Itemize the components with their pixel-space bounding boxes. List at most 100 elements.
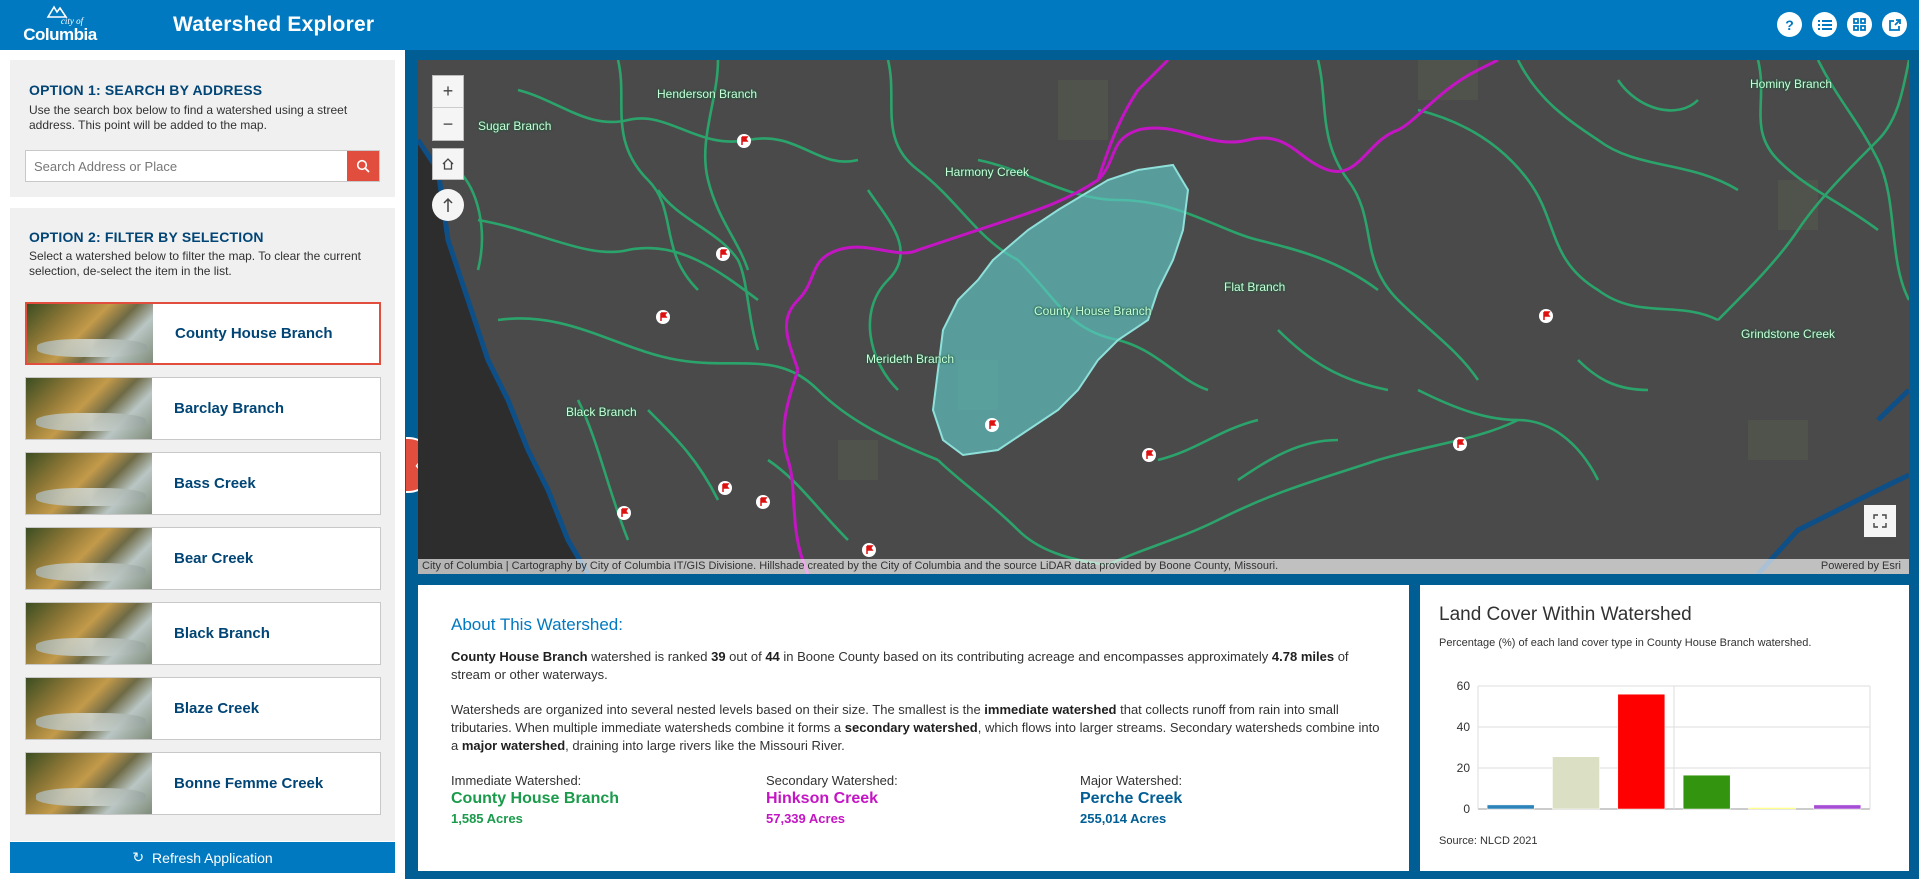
watershed-list: County House Branch Barclay Branch Bass … [25,302,381,827]
watershed-total: 44 [765,649,780,664]
share-icon[interactable] [1882,12,1907,37]
zoom-in-button[interactable]: + [433,76,463,108]
major-label: Major Watershed: [1080,773,1183,788]
secondary-watershed-info: Secondary Watershed: Hinkson Creek 57,33… [766,773,1066,826]
map-label-merideth-branch: Merideth Branch [866,352,955,366]
map-label-black-branch: Black Branch [566,405,637,419]
left-panel: OPTION 1: SEARCH BY ADDRESS Use the sear… [0,50,405,879]
about-title: About This Watershed: [451,615,623,634]
watershed-thumbnail [26,753,152,814]
term-immediate: immediate watershed [984,702,1117,717]
major-name: Perche Creek [1080,790,1183,807]
map-label-henderson-branch: Henderson Branch [657,87,758,101]
logo-mark-icon [46,5,68,18]
watershed-thumbnail [26,678,152,739]
powered-by-esri[interactable]: Powered by Esri [1821,559,1901,574]
watershed-item-label: Bear Creek [174,550,254,567]
watershed-item-bonne-femme-creek[interactable]: Bonne Femme Creek [25,752,381,815]
watershed-item-black-branch[interactable]: Black Branch [25,602,381,665]
watershed-rank: 39 [711,649,726,664]
search-button[interactable] [347,151,379,181]
watershed-thumbnail [26,378,152,439]
logo-name-text: Columbia [23,24,97,44]
watershed-item-barclay-branch[interactable]: Barclay Branch [25,377,381,440]
search-input[interactable] [26,151,347,181]
text: , draining into large rivers like the Mi… [565,738,845,753]
app-title: Watershed Explorer [173,13,375,36]
text: watershed is ranked [587,649,712,664]
text: out of [725,649,766,664]
watershed-item-label: Bonne Femme Creek [174,775,324,792]
map-label-flat-branch: Flat Branch [1224,280,1286,294]
search-icon [356,159,370,173]
stream-miles: 4.78 miles [1271,649,1335,664]
option2-title: OPTION 2: FILTER BY SELECTION [29,229,264,245]
immediate-acres: 1,585 Acres [451,811,523,826]
watershed-item-label: Black Branch [174,625,270,642]
watershed-item-label: County House Branch [175,325,333,342]
refresh-application-button[interactable]: ↻ Refresh Application [10,842,395,873]
watershed-thumbnail [26,528,152,589]
grid-icon[interactable] [1847,12,1872,37]
home-button[interactable] [432,148,464,180]
search-section: OPTION 1: SEARCH BY ADDRESS Use the sear… [10,60,395,197]
major-watershed-info: Major Watershed: Perche Creek 255,014 Ac… [1080,773,1380,826]
map-label-county-house-branch: County House Branch [1034,304,1152,318]
zoom-control: + − [432,75,464,141]
watershed-thumbnail [26,603,152,664]
filter-section: OPTION 2: FILTER BY SELECTION Select a w… [10,208,395,841]
watershed-item-label: Bass Creek [174,475,256,492]
watershed-item-bear-creek[interactable]: Bear Creek [25,527,381,590]
watershed-item-bass-creek[interactable]: Bass Creek [25,452,381,515]
major-acres: 255,014 Acres [1080,811,1167,826]
chart-bar-0[interactable] [1486,804,1535,810]
about-panel: About This Watershed: County House Branc… [418,585,1409,871]
help-icon[interactable]: ? [1777,12,1802,37]
chart-bar-1[interactable] [1552,756,1600,810]
secondary-name: Hinkson Creek [766,790,879,807]
option2-description: Select a watershed below to filter the m… [29,249,361,278]
map-attribution: City of Columbia | Cartography by City o… [418,559,1909,574]
chart-bar-5[interactable] [1813,804,1862,810]
watershed-item-label: Blaze Creek [174,700,260,717]
secondary-label: Secondary Watershed: [766,773,898,788]
about-paragraph-1: County House Branch watershed is ranked … [451,648,1381,684]
watershed-item-label: Barclay Branch [174,400,285,417]
watershed-name: County House Branch [451,649,588,664]
refresh-label: Refresh Application [152,849,273,866]
refresh-icon: ↻ [132,849,145,865]
y-tick-label: 20 [1457,761,1471,775]
chart-bar-3[interactable] [1682,774,1731,810]
fullscreen-button[interactable] [1864,505,1896,537]
y-tick-label: 0 [1463,802,1470,816]
chart-bar-4[interactable] [1748,807,1796,810]
y-tick-label: 40 [1457,720,1471,734]
watershed-item-blaze-creek[interactable]: Blaze Creek [25,677,381,740]
text: in Boone County based on its contributin… [779,649,1272,664]
home-icon [442,158,454,170]
land-cover-source: Source: NLCD 2021 [1439,835,1538,847]
watershed-thumbnail [27,304,153,363]
immediate-label: Immediate Watershed: [451,773,582,788]
chart-bar-2[interactable] [1617,693,1666,810]
watershed-thumbnail [26,453,152,514]
term-secondary: secondary watershed [844,720,978,735]
immediate-name: County House Branch [451,790,620,807]
search-box [25,150,380,182]
watershed-item-county-house-branch[interactable]: County House Branch [25,302,381,365]
attribution-text: City of Columbia | Cartography by City o… [422,560,1279,572]
list-icon[interactable] [1812,12,1837,37]
zoom-out-button[interactable]: − [433,108,463,140]
compass-button[interactable] [432,189,464,221]
land-cover-panel: Land Cover Within Watershed Percentage (… [1420,585,1909,871]
map-label-harmony-creek: Harmony Creek [945,165,1030,179]
about-paragraph-2: Watersheds are organized into several ne… [451,701,1381,755]
compass-arrow-icon [443,197,453,212]
option1-description: Use the search box below to find a water… [29,103,348,132]
map-label-sugar-branch: Sugar Branch [478,119,552,133]
map-view[interactable]: Henderson Branch Sugar Branch Harmony Cr… [418,60,1909,574]
immediate-watershed-info: Immediate Watershed: County House Branch… [451,773,751,826]
city-logo[interactable]: city of Columbia [0,0,120,50]
land-cover-chart: 0 20 40 60 [1457,679,1871,816]
secondary-acres: 57,339 Acres [766,811,846,826]
